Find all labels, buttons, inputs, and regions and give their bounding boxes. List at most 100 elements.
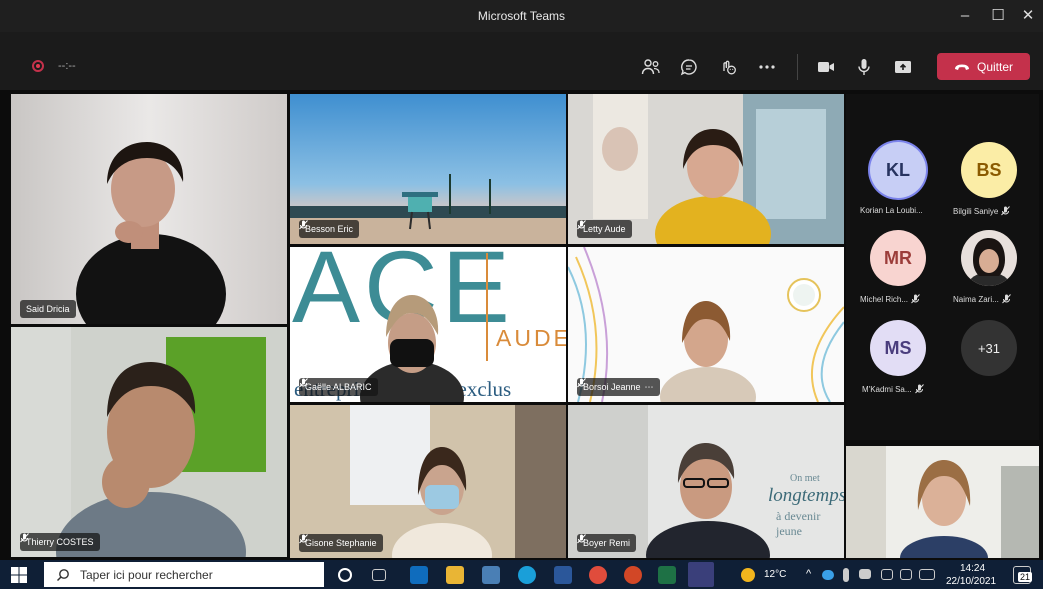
participant-video xyxy=(846,446,1039,558)
wall-text-line: à devenir jeune xyxy=(776,509,821,538)
leave-label: Quitter xyxy=(976,59,1013,74)
video-tile[interactable]: Gisone Stephanie xyxy=(290,405,566,558)
participant-name-tag: Letty Aude xyxy=(577,220,632,238)
powerpoint-icon[interactable] xyxy=(624,566,642,584)
keyboard-icon[interactable] xyxy=(919,569,935,580)
more-actions-button[interactable] xyxy=(754,54,780,80)
participant-name-tag: Thierry COSTES xyxy=(20,533,100,551)
windows-start-icon[interactable] xyxy=(10,566,28,584)
mic-off-icon xyxy=(1001,206,1011,216)
maximize-button[interactable]: ☐ xyxy=(983,4,1013,28)
reactions-button[interactable] xyxy=(715,54,741,80)
video-tile[interactable]: ACE AUDE entreprises contre l'exclus Gaë… xyxy=(290,247,566,402)
mic-off-icon xyxy=(577,534,586,544)
participant-name-tag: Boyer Remi xyxy=(577,534,637,552)
cortana-icon[interactable] xyxy=(338,568,352,582)
app-icon[interactable] xyxy=(482,566,500,584)
edge-icon[interactable] xyxy=(518,566,536,584)
video-tile[interactable]: Thierry COSTES xyxy=(11,327,287,557)
microphone-button[interactable] xyxy=(851,54,877,80)
profile-photo xyxy=(961,230,1017,286)
mic-off-icon xyxy=(914,384,924,394)
mic-off-icon xyxy=(20,533,29,543)
mic-off-icon xyxy=(299,220,308,230)
toolbar-divider xyxy=(797,54,798,80)
close-button[interactable]: ✕ xyxy=(1013,4,1043,28)
chat-icon xyxy=(680,59,697,76)
outlook-icon[interactable] xyxy=(410,566,428,584)
excel-icon[interactable] xyxy=(658,566,676,584)
leave-meeting-button[interactable]: Quitter xyxy=(937,53,1030,80)
avatar[interactable]: MS xyxy=(870,320,926,376)
participant-name-tag: Besson Eric xyxy=(299,220,360,238)
participant-name-tag: Gaëlle ALBARIC xyxy=(299,378,378,396)
avatar-photo[interactable] xyxy=(961,230,1017,286)
roster-name: Bilgili Saniye xyxy=(953,206,1011,216)
mic-off-icon xyxy=(577,220,586,230)
participant-name-tag: Gisone Stephanie xyxy=(299,534,383,552)
search-placeholder: Taper ici pour rechercher xyxy=(80,567,213,582)
mic-off-icon xyxy=(299,378,308,388)
mic-off-icon xyxy=(1001,294,1011,304)
video-stage: Said Dricia Besson Eric Letty Aude ACE A… xyxy=(0,90,1043,560)
video-tile[interactable]: Said Dricia xyxy=(11,94,287,324)
roster-name: Michel Rich... xyxy=(860,294,920,304)
mic-off-icon xyxy=(577,378,586,388)
meeting-timer: --:-- xyxy=(58,60,76,72)
avatar[interactable]: KL xyxy=(870,142,926,198)
wall-text-line: On met xyxy=(790,473,820,484)
participant-video xyxy=(11,94,287,324)
avatar[interactable]: MR xyxy=(870,230,926,286)
avatar[interactable]: BS xyxy=(961,142,1017,198)
title-bar: Microsoft Teams – ☐ ✕ xyxy=(0,0,1043,32)
clock-date[interactable]: 22/10/2021 xyxy=(946,576,996,587)
task-view-icon[interactable] xyxy=(372,569,386,581)
roster-name: M'Kadmi Sa... xyxy=(862,384,924,394)
more-options-icon[interactable]: ⋯ xyxy=(645,378,654,396)
reactions-icon xyxy=(723,60,736,75)
hang-up-icon xyxy=(954,64,969,70)
notification-count: 21 xyxy=(1018,572,1033,582)
camera-button[interactable] xyxy=(813,54,839,80)
file-explorer-icon[interactable] xyxy=(446,566,464,584)
video-tile[interactable]: Borsoi Jeanne ⋯ xyxy=(568,247,844,402)
video-tile[interactable]: Letty Aude xyxy=(568,94,844,244)
video-tile[interactable] xyxy=(846,446,1039,558)
participant-video xyxy=(11,327,287,557)
mic-off-icon xyxy=(299,534,308,544)
weather-icon[interactable] xyxy=(741,568,755,582)
wifi-icon[interactable] xyxy=(881,569,893,580)
share-icon xyxy=(895,61,911,73)
chat-button[interactable] xyxy=(676,54,702,80)
taskbar: Taper ici pour rechercher 12°C ^ 14:24 2… xyxy=(0,560,1043,589)
video-tile[interactable]: Besson Eric xyxy=(290,94,566,244)
participants-button[interactable] xyxy=(638,54,664,80)
window-title: Microsoft Teams xyxy=(477,9,566,23)
mic-off-icon xyxy=(911,294,920,304)
tray-chevron-icon[interactable]: ^ xyxy=(806,568,811,580)
volume-icon[interactable] xyxy=(900,569,912,580)
recording-icon xyxy=(32,60,44,72)
minimize-button[interactable]: – xyxy=(950,4,980,28)
usb-icon[interactable] xyxy=(843,568,849,582)
word-icon[interactable] xyxy=(554,566,572,584)
more-participants-button[interactable]: +31 xyxy=(961,320,1017,376)
video-tile[interactable]: On met longtemps à devenir jeune Boyer R… xyxy=(568,405,844,558)
roster-name: Korian La Loubi... xyxy=(860,206,923,215)
share-screen-button[interactable] xyxy=(890,54,916,80)
participant-name-tag: Said Dricia xyxy=(20,300,76,318)
participant-name-tag: Borsoi Jeanne ⋯ xyxy=(577,378,660,396)
clock-time[interactable]: 14:24 xyxy=(960,563,985,574)
more-icon xyxy=(759,65,775,69)
teams-icon[interactable] xyxy=(688,562,714,587)
people-icon xyxy=(641,59,660,75)
wall-text-line: longtemps xyxy=(768,485,844,506)
chrome-icon[interactable] xyxy=(589,566,607,584)
temperature: 12°C xyxy=(764,569,787,580)
tray-app-icon[interactable] xyxy=(859,569,871,579)
onedrive-icon[interactable] xyxy=(822,570,834,580)
meeting-toolbar: --:-- Quitter xyxy=(0,32,1043,90)
roster-name: Naima Zari... xyxy=(953,294,1011,304)
microphone-icon xyxy=(858,59,870,75)
taskbar-search[interactable]: Taper ici pour rechercher xyxy=(44,562,324,587)
